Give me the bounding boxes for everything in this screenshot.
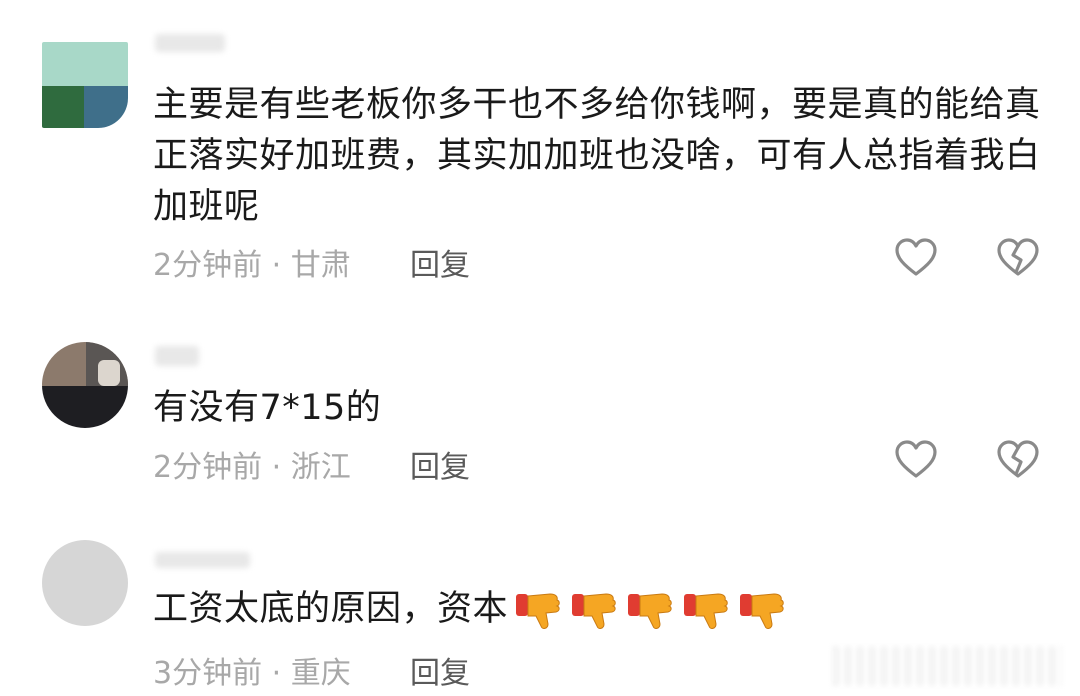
like-heart-icon[interactable] bbox=[894, 238, 938, 278]
username-blurred[interactable] bbox=[155, 34, 225, 52]
thumbs-down-icon bbox=[628, 592, 672, 629]
comment-text: 有没有7*15的 bbox=[153, 388, 382, 428]
meta-separator: · bbox=[262, 248, 291, 283]
comment-time: 2分钟前 bbox=[153, 450, 263, 485]
username-blurred[interactable] bbox=[155, 346, 199, 366]
comment-text: 主要是有些老板你多干也不多给你钱啊，要是真的能给真正落实好加班费，其实加加班也没… bbox=[153, 85, 1041, 227]
comment-text: 工资太底的原因，资本 bbox=[153, 589, 509, 629]
thumbs-down-icon bbox=[684, 592, 728, 629]
comment-location: 重庆 bbox=[290, 656, 351, 691]
comment-text-row: 工资太底的原因，资本 bbox=[153, 584, 1043, 635]
blurred-action-area bbox=[832, 646, 1062, 686]
comment-time: 3分钟前 bbox=[153, 656, 263, 691]
thumbs-down-icon bbox=[516, 592, 560, 629]
like-heart-icon[interactable] bbox=[894, 440, 938, 480]
avatar[interactable] bbox=[42, 540, 128, 626]
comment-location: 甘肃 bbox=[290, 248, 351, 283]
dislike-broken-heart-icon[interactable] bbox=[996, 238, 1040, 278]
reply-button[interactable]: 回复 bbox=[410, 648, 470, 692]
comment-meta: 2分钟前 · 甘肃 bbox=[153, 240, 351, 284]
meta-separator: · bbox=[262, 656, 291, 691]
thumbs-down-icon bbox=[572, 592, 616, 629]
reply-button[interactable]: 回复 bbox=[410, 240, 470, 284]
comment-meta: 3分钟前 · 重庆 bbox=[153, 648, 351, 692]
username-blurred[interactable] bbox=[155, 552, 250, 568]
comment-location: 浙江 bbox=[290, 450, 351, 485]
dislike-broken-heart-icon[interactable] bbox=[996, 440, 1040, 480]
reply-button[interactable]: 回复 bbox=[410, 442, 470, 486]
comment-meta: 2分钟前 · 浙江 bbox=[153, 442, 351, 486]
comment-time: 2分钟前 bbox=[153, 248, 263, 283]
thumbs-down-icon bbox=[740, 592, 784, 629]
emoji-group bbox=[514, 588, 790, 632]
meta-separator: · bbox=[262, 450, 291, 485]
avatar[interactable] bbox=[42, 42, 128, 128]
avatar[interactable] bbox=[42, 342, 128, 428]
